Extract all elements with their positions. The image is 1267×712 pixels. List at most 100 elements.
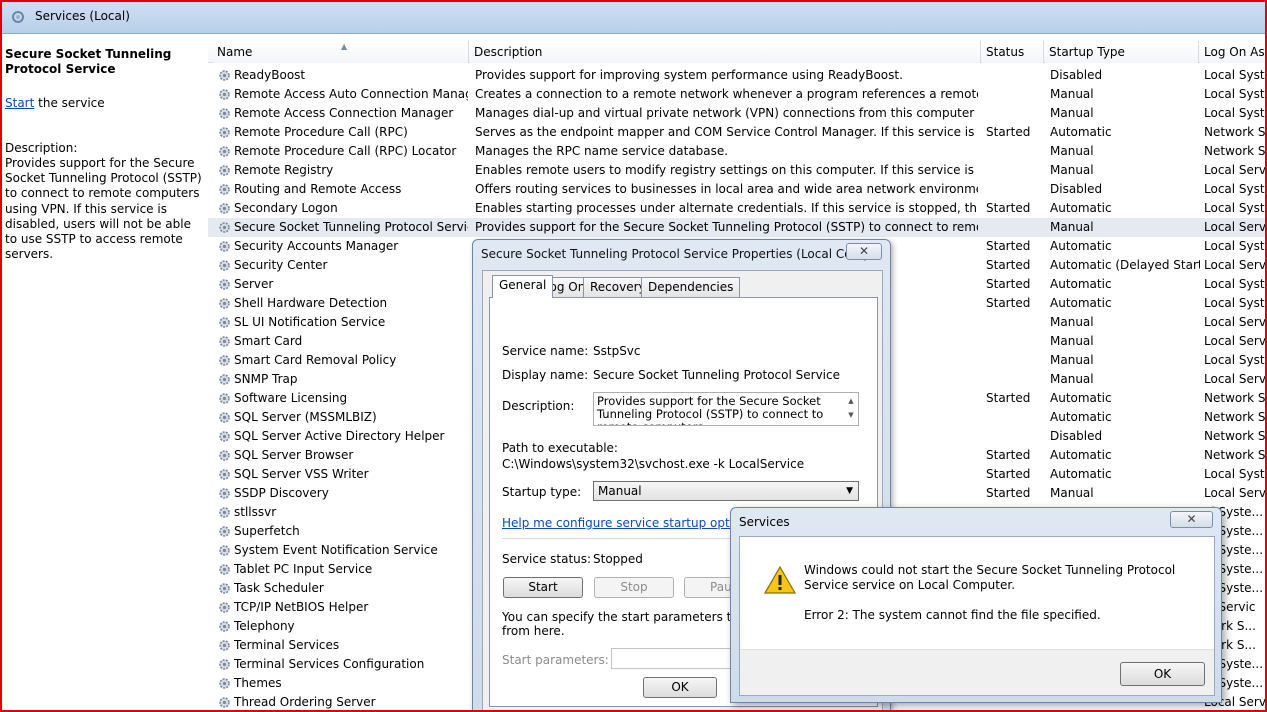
display-name-value: Secure Socket Tunneling Protocol Service xyxy=(593,368,840,382)
column-header-log-on-as[interactable]: Log On As xyxy=(1200,41,1267,63)
service-startup-cell: Manual xyxy=(1050,315,1094,329)
error-dialog-title: Services xyxy=(739,515,790,529)
table-row[interactable]: Remote Access Connection Manager Manages … xyxy=(208,104,1267,123)
service-gear-icon xyxy=(219,260,230,271)
service-logon-cell: Local Syste... xyxy=(1204,201,1267,215)
column-header-name[interactable]: Name ▲ xyxy=(213,41,469,63)
properties-dialog-title: Secure Socket Tunneling Protocol Service… xyxy=(481,247,883,261)
service-name: ReadyBoost xyxy=(234,68,306,82)
column-header-description[interactable]: Description xyxy=(470,41,981,63)
service-logon-cell: Local Syste... xyxy=(1204,68,1267,82)
service-gear-icon xyxy=(219,393,230,404)
table-row[interactable]: Remote Procedure Call (RPC) Serves as the… xyxy=(208,123,1267,142)
service-name: Software Licensing xyxy=(234,391,348,405)
service-description-cell: Manages the RPC name service database. xyxy=(475,144,729,158)
service-name: TCP/IP NetBIOS Helper xyxy=(234,600,369,614)
service-gear-icon xyxy=(219,507,230,518)
service-gear-icon xyxy=(219,89,230,100)
startup-type-dropdown[interactable]: Manual ▼ xyxy=(593,481,859,501)
scroll-down-icon[interactable]: ▼ xyxy=(848,411,853,419)
service-gear-icon xyxy=(219,697,230,708)
service-gear-icon xyxy=(219,355,230,366)
service-gear-icon xyxy=(219,165,230,176)
service-status-cell: Started xyxy=(986,391,1031,405)
table-row[interactable]: Secure Socket Tunneling Protocol Service… xyxy=(208,218,1267,237)
table-row[interactable]: ReadyBoost Provides support for improving… xyxy=(208,66,1267,85)
service-logon-cell: Local Syste... xyxy=(1204,296,1267,310)
properties-ok-button[interactable]: OK xyxy=(643,677,717,698)
table-row[interactable]: Secondary Logon Enables starting processe… xyxy=(208,199,1267,218)
service-gear-icon xyxy=(219,241,230,252)
service-logon-cell: Local Syste... xyxy=(1204,182,1267,196)
tab-general[interactable]: General xyxy=(492,275,554,298)
table-row[interactable]: Remote Registry Enables remote users to m… xyxy=(208,161,1267,180)
service-name: Secure Socket Tunneling Protocol Service xyxy=(234,220,468,234)
service-status-cell: Started xyxy=(986,258,1031,272)
service-status-cell: Started xyxy=(986,486,1031,500)
service-gear-icon xyxy=(219,469,230,480)
service-name: SL UI Notification Service xyxy=(234,315,386,329)
error-dialog[interactable]: Services ✕ Windows could not start the S… xyxy=(730,507,1222,703)
service-logon-cell: Local Servic xyxy=(1204,220,1267,234)
service-name: stllssvr xyxy=(234,505,277,519)
error-ok-button[interactable]: OK xyxy=(1120,662,1205,686)
service-startup-cell: Disabled xyxy=(1050,182,1103,196)
service-gear-icon xyxy=(219,146,230,157)
service-gear-icon xyxy=(219,70,230,81)
service-description-cell: Enables remote users to modify registry … xyxy=(475,163,978,177)
service-startup-cell: Automatic xyxy=(1050,391,1112,405)
service-startup-cell: Automatic (Delayed Start) xyxy=(1050,258,1200,272)
error-message: Windows could not start the Secure Socke… xyxy=(804,563,1176,592)
column-header-startup-type[interactable]: Startup Type xyxy=(1045,41,1199,63)
error-close-button[interactable]: ✕ xyxy=(1170,511,1213,528)
help-configure-link[interactable]: Help me configure service startup option… xyxy=(502,516,758,530)
service-status-cell: Started xyxy=(986,125,1031,139)
service-gear-icon xyxy=(219,640,230,651)
service-gear-icon xyxy=(219,298,230,309)
service-status-cell: Started xyxy=(986,201,1031,215)
service-gear-icon xyxy=(219,127,230,138)
error-dialog-body: Windows could not start the Secure Socke… xyxy=(739,536,1215,696)
service-name: Terminal Services Configuration xyxy=(234,657,425,671)
service-gear-icon xyxy=(219,526,230,537)
stop-button[interactable]: Stop xyxy=(594,577,674,598)
service-description-cell: Provides support for the Secure Socket T… xyxy=(475,220,978,234)
table-row[interactable]: Routing and Remote Access Offers routing … xyxy=(208,180,1267,199)
service-name: Remote Access Connection Manager xyxy=(234,106,454,120)
service-gear-icon xyxy=(219,621,230,632)
service-logon-cell: Local Syste... xyxy=(1204,239,1267,253)
description-scrollbar[interactable]: ▲ ▼ xyxy=(845,394,857,424)
service-name: Smart Card xyxy=(234,334,303,348)
service-name: Themes xyxy=(234,676,282,690)
start-service-line: Start the service xyxy=(5,96,105,110)
table-row[interactable]: Remote Procedure Call (RPC) Locator Manag… xyxy=(208,142,1267,161)
extended-info-pane: Secure Socket Tunneling Protocol Service… xyxy=(0,35,208,712)
service-name: Remote Procedure Call (RPC) xyxy=(234,125,408,139)
service-description-cell: Offers routing services to businesses in… xyxy=(475,182,978,196)
scroll-up-icon[interactable]: ▲ xyxy=(848,397,853,405)
service-startup-cell: Automatic xyxy=(1050,296,1112,310)
service-status-label: Service status: xyxy=(502,552,592,566)
table-row[interactable]: Remote Access Auto Connection Manager Cre… xyxy=(208,85,1267,104)
service-startup-cell: Automatic xyxy=(1050,239,1112,253)
tab-dependencies[interactable]: Dependencies xyxy=(641,277,741,297)
error-dialog-footer: OK xyxy=(740,649,1214,695)
error-code: Error 2: The system cannot find the file… xyxy=(804,608,1101,622)
service-logon-cell: Local Syste... xyxy=(1204,353,1267,367)
properties-close-button[interactable]: ✕ xyxy=(846,243,882,260)
service-startup-cell: Disabled xyxy=(1050,68,1103,82)
start-button[interactable]: Start xyxy=(503,577,583,598)
service-gear-icon xyxy=(219,431,230,442)
service-gear-icon xyxy=(219,374,230,385)
service-name: Remote Registry xyxy=(234,163,334,177)
start-service-link[interactable]: Start xyxy=(5,96,34,110)
service-gear-icon xyxy=(219,450,230,461)
service-gear-icon xyxy=(219,583,230,594)
startup-type-selected: Manual xyxy=(598,484,642,498)
service-description-cell: Serves as the endpoint mapper and COM Se… xyxy=(475,125,978,139)
column-header-status[interactable]: Status xyxy=(982,41,1044,63)
description-textbox[interactable]: Provides support for the Secure Socket T… xyxy=(593,392,859,426)
service-status-cell: Started xyxy=(986,448,1031,462)
service-logon-cell: Network S... xyxy=(1204,448,1267,462)
service-logon-cell: Local Servic xyxy=(1204,315,1267,329)
